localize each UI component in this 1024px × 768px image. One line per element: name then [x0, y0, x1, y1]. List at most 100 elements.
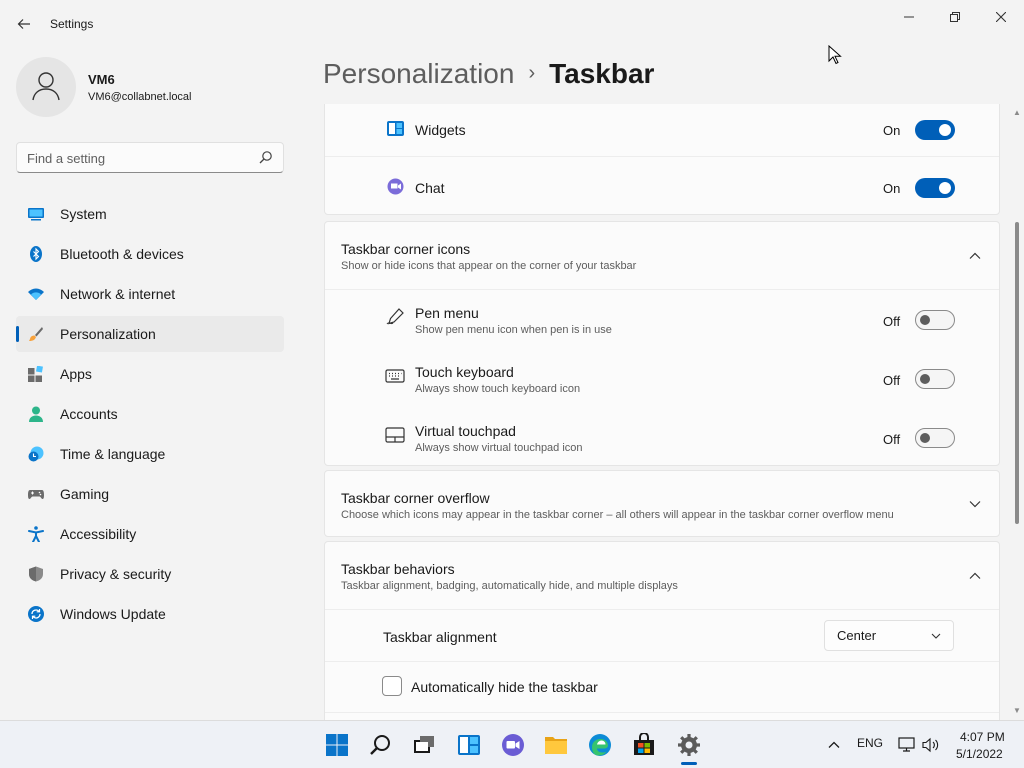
avatar[interactable]	[16, 57, 76, 117]
corner-icons-title: Taskbar corner icons	[341, 241, 471, 257]
sidebar-item-network[interactable]: Network & internet	[16, 276, 284, 312]
pen-menu-toggle[interactable]	[915, 310, 955, 330]
sidebar-item-system[interactable]: System	[16, 196, 284, 232]
sidebar-item-label: Time & language	[60, 446, 166, 462]
edge-icon[interactable]	[588, 733, 612, 757]
sidebar-item-label: Accessibility	[60, 526, 137, 542]
touch-keyboard-description: Always show touch keyboard icon	[415, 383, 581, 395]
scrollbar-thumb[interactable]	[1015, 222, 1019, 524]
autohide-checkbox[interactable]	[382, 676, 402, 696]
task-view-icon[interactable]	[412, 733, 436, 757]
autohide-label: Automatically hide the taskbar	[411, 679, 598, 695]
taskbar-items-card: Widgets On Chat On	[324, 104, 1000, 215]
virtual-touchpad-label: Virtual touchpad	[415, 423, 516, 439]
sidebar-item-time-language[interactable]: Time & language	[16, 436, 284, 472]
sidebar-item-label: Apps	[60, 366, 92, 382]
chat-row: Chat On	[325, 157, 999, 214]
sidebar-item-accessibility[interactable]: Accessibility	[16, 516, 284, 552]
virtual-touchpad-description: Always show virtual touchpad icon	[415, 442, 583, 454]
clock-time[interactable]: 4:07 PM	[960, 730, 1005, 744]
chat-icon[interactable]	[501, 733, 525, 757]
corner-overflow-subtitle: Choose which icons may appear in the tas…	[341, 509, 894, 521]
widgets-icon[interactable]	[457, 733, 481, 757]
behaviors-title: Taskbar behaviors	[341, 561, 455, 577]
brush-icon	[29, 327, 43, 341]
widgets-icon	[387, 121, 404, 136]
user-email: VM6@collabnet.local	[88, 91, 192, 103]
behaviors-header[interactable]: Taskbar behaviors Taskbar alignment, bad…	[325, 542, 999, 609]
scroll-up-arrow-icon[interactable]: ▲	[1013, 108, 1021, 117]
widgets-state: On	[883, 123, 901, 138]
corner-icons-card: Taskbar corner icons Show or hide icons …	[324, 221, 1000, 466]
sidebar-item-label: Gaming	[60, 486, 110, 502]
update-icon	[28, 606, 44, 622]
start-icon[interactable]	[325, 733, 349, 757]
controller-icon	[28, 490, 44, 499]
pen-menu-row: Pen menu Show pen menu icon when pen is …	[325, 290, 999, 348]
pen-icon	[386, 308, 404, 325]
language-indicator[interactable]: ENG	[857, 736, 883, 750]
chat-icon	[387, 178, 404, 195]
pen-menu-label: Pen menu	[415, 305, 479, 321]
divider	[325, 712, 999, 713]
restore-icon	[950, 12, 960, 22]
chevron-up-icon[interactable]	[968, 569, 982, 583]
virtual-touchpad-toggle[interactable]	[915, 428, 955, 448]
search-input[interactable]: Find a setting	[16, 142, 284, 173]
settings-icon[interactable]	[677, 733, 701, 757]
sidebar-item-label: Personalization	[60, 326, 156, 342]
system-icon	[28, 208, 44, 221]
store-icon[interactable]	[632, 733, 656, 757]
scrollbar[interactable]: ▲ ▼	[1012, 104, 1022, 720]
sidebar-item-personalization[interactable]: Personalization	[16, 316, 284, 352]
user-name: VM6	[88, 72, 115, 87]
touch-keyboard-row: Touch keyboard Always show touch keyboar…	[325, 349, 999, 407]
sidebar-item-gaming[interactable]: Gaming	[16, 476, 284, 512]
apps-icon	[28, 366, 43, 382]
search-icon[interactable]	[369, 733, 393, 757]
back-button[interactable]	[12, 12, 36, 36]
chat-state: On	[883, 181, 901, 196]
breadcrumb-separator: ›	[528, 62, 536, 84]
network-icon[interactable]	[898, 737, 916, 753]
accessibility-icon	[28, 526, 44, 542]
breadcrumb-parent[interactable]: Personalization	[323, 58, 514, 89]
sidebar-item-label: Bluetooth & devices	[60, 246, 184, 262]
corner-overflow-title: Taskbar corner overflow	[341, 490, 490, 506]
sidebar-item-label: Accounts	[60, 406, 118, 422]
sidebar-item-label: Windows Update	[60, 606, 166, 622]
corner-overflow-card[interactable]: Taskbar corner overflow Choose which ico…	[324, 470, 1000, 537]
alignment-dropdown[interactable]: Center	[824, 620, 954, 651]
sidebar-item-privacy-security[interactable]: Privacy & security	[16, 556, 284, 592]
sidebar-item-bluetooth[interactable]: Bluetooth & devices	[16, 236, 284, 272]
close-button[interactable]	[978, 6, 1024, 28]
clock-date[interactable]: 5/1/2022	[956, 747, 1003, 761]
sidebar-item-apps[interactable]: Apps	[16, 356, 284, 392]
page-title: Taskbar	[549, 58, 655, 89]
sidebar-item-label: Network & internet	[60, 286, 176, 302]
show-hidden-icons-chevron-icon[interactable]	[828, 739, 840, 751]
sidebar-item-accounts[interactable]: Accounts	[16, 396, 284, 432]
windows-taskbar: ENG 4:07 PM 5/1/2022	[0, 720, 1024, 768]
chevron-up-icon[interactable]	[968, 249, 982, 263]
corner-icons-header[interactable]: Taskbar corner icons Show or hide icons …	[325, 222, 999, 289]
virtual-touchpad-row: Virtual touchpad Always show virtual tou…	[325, 408, 999, 466]
file-explorer-icon[interactable]	[544, 733, 568, 757]
widgets-toggle[interactable]	[915, 120, 955, 140]
minimize-button[interactable]	[886, 6, 932, 28]
sidebar-item-windows-update[interactable]: Windows Update	[16, 596, 284, 632]
chevron-down-icon[interactable]	[968, 497, 982, 511]
clock-globe-icon	[28, 446, 44, 462]
person-icon	[29, 406, 43, 422]
scroll-down-arrow-icon[interactable]: ▼	[1013, 706, 1021, 715]
keyboard-icon	[385, 369, 405, 383]
volume-icon[interactable]	[922, 737, 940, 753]
active-app-indicator	[681, 762, 697, 765]
touch-keyboard-toggle[interactable]	[915, 369, 955, 389]
widgets-row: Widgets On	[325, 105, 999, 155]
maximize-button[interactable]	[932, 6, 978, 28]
bluetooth-icon	[30, 246, 42, 262]
corner-icons-subtitle: Show or hide icons that appear on the co…	[341, 260, 637, 272]
autohide-row: Automatically hide the taskbar	[325, 662, 999, 712]
chat-toggle[interactable]	[915, 178, 955, 198]
